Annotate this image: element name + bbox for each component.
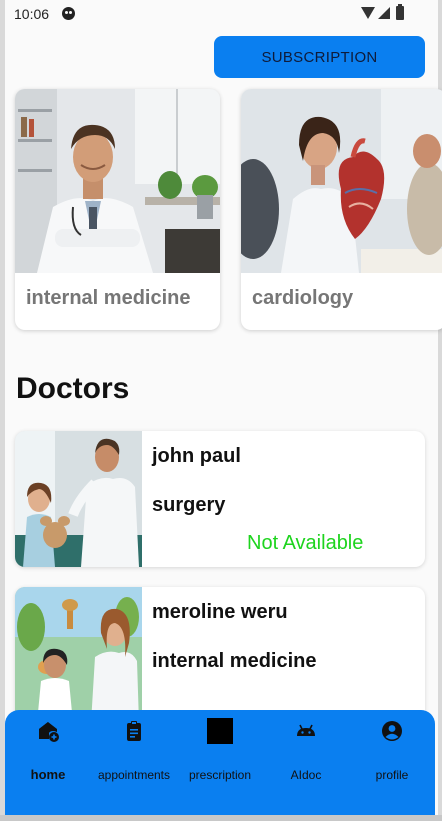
category-label: cardiology <box>252 287 354 309</box>
nav-item-appointments[interactable]: appointments <box>91 710 177 815</box>
notification-face-icon <box>62 7 75 20</box>
doctor-card[interactable]: meroline weru internal medicine <box>15 587 425 727</box>
doctor-name: john paul <box>152 445 241 467</box>
device-frame-bottom <box>0 815 442 821</box>
nav-label-aidoc: AIdoc <box>290 768 322 782</box>
status-time: 10:06 <box>14 6 50 22</box>
status-bar: 10:06 <box>5 0 438 28</box>
nav-label-appointments: appointments <box>97 768 171 782</box>
nav-item-prescription[interactable]: prescription <box>177 710 263 815</box>
doctor-specialty: internal medicine <box>152 650 317 672</box>
doctor-photo <box>15 587 142 723</box>
section-title-doctors: Doctors <box>16 372 130 405</box>
account-circle-icon <box>382 721 402 741</box>
subscription-button[interactable]: SUBSCRIPTION <box>214 36 425 78</box>
clipboard-icon <box>127 721 141 741</box>
nav-label-home: home <box>30 767 66 782</box>
nav-item-home[interactable]: home <box>5 710 91 815</box>
category-image-cardiology <box>241 89 442 273</box>
device-frame-left <box>0 0 5 821</box>
nav-item-profile[interactable]: profile <box>349 710 435 815</box>
black-square-icon <box>207 718 233 744</box>
doctor-name: meroline weru <box>152 601 288 623</box>
doctor-specialty: surgery <box>152 494 226 516</box>
category-card-internal-medicine[interactable]: internal medicine <box>15 89 220 330</box>
doctor-availability-status: Not Available <box>247 532 364 554</box>
nav-item-aidoc[interactable]: AIdoc <box>263 710 349 815</box>
status-icons <box>361 4 411 20</box>
nav-label-prescription: prescription <box>188 768 252 782</box>
category-label: internal medicine <box>26 287 191 309</box>
android-icon <box>297 724 315 736</box>
category-image-internal-medicine <box>15 89 220 273</box>
doctor-card[interactable]: john paul surgery Not Available <box>15 431 425 567</box>
wifi-icon <box>361 7 375 19</box>
category-card-cardiology[interactable]: cardiology <box>241 89 442 330</box>
nav-label-profile: profile <box>375 768 409 782</box>
signal-icon <box>378 7 390 19</box>
battery-icon <box>396 4 404 20</box>
home-add-icon <box>39 722 59 742</box>
doctor-photo <box>15 431 142 567</box>
bottom-navigation: home appointments prescription AIdoc pro… <box>5 710 435 815</box>
